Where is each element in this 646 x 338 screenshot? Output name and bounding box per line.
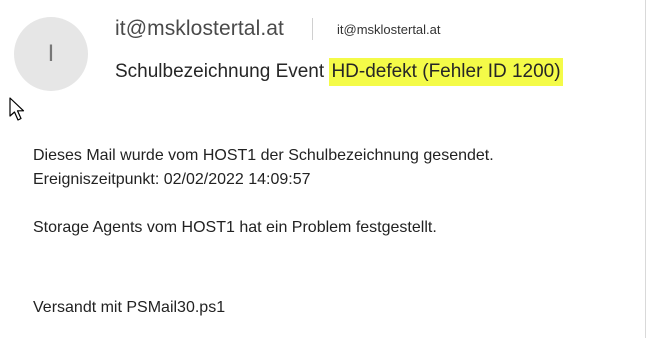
body-line: Storage Agents vom HOST1 hat ein Problem…	[33, 219, 437, 236]
subject-line: Schulbezeichnung Event HD-defekt (Fehler…	[115, 55, 563, 89]
body-line: Versandt mit PSMail30.ps1	[33, 299, 226, 316]
mouse-pointer-icon	[9, 97, 25, 121]
sender-avatar[interactable]: I	[14, 17, 88, 91]
sender-name[interactable]: it@msklostertal.at	[115, 17, 284, 41]
message-body: Dieses Mail wurde vom HOST1 der Schulbez…	[33, 144, 623, 320]
body-line: Ereigniszeitpunkt: 02/02/2022 14:09:57	[33, 171, 311, 188]
subject-highlight: HD-defekt (Fehler ID 1200)	[329, 58, 563, 86]
avatar-initial: I	[47, 40, 55, 67]
sender-divider	[312, 18, 313, 40]
email-header: I it@msklostertal.at it@msklostertal.at …	[0, 0, 646, 110]
body-line: Dieses Mail wurde vom HOST1 der Schulbez…	[33, 147, 494, 164]
subject-text: Schulbezeichnung Event	[115, 61, 330, 82]
sender-address[interactable]: it@msklostertal.at	[337, 22, 441, 37]
sender-row: it@msklostertal.at it@msklostertal.at	[115, 14, 441, 44]
